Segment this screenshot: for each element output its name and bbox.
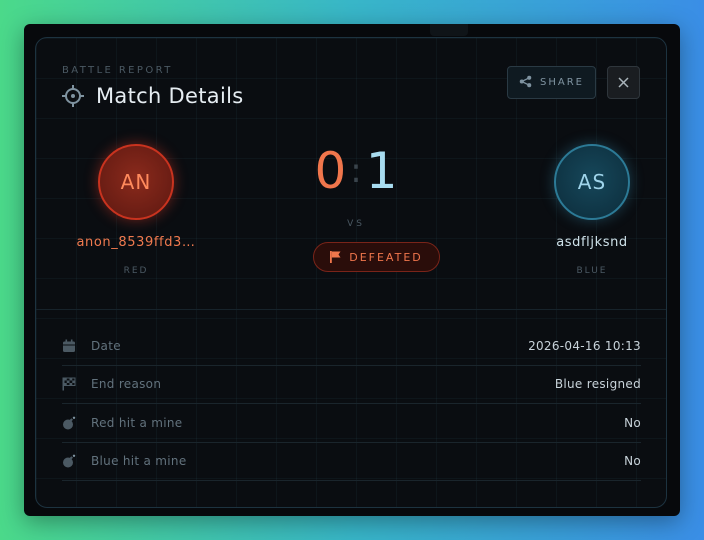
detail-label: Blue hit a mine bbox=[91, 454, 187, 469]
red-player-avatar: AN bbox=[98, 144, 174, 220]
detail-label: Date bbox=[91, 338, 121, 353]
calendar-icon bbox=[62, 339, 78, 353]
red-score: 0 bbox=[314, 142, 347, 200]
title-row: Match Details bbox=[62, 84, 243, 108]
blue-side-label: BLUE bbox=[576, 266, 608, 276]
bomb-icon bbox=[62, 454, 78, 468]
vs-label: VS bbox=[347, 219, 365, 229]
result-label: DEFEATED bbox=[349, 250, 423, 264]
match-details-window: BATTLE REPORT Match Details SHARE AN ano… bbox=[24, 24, 680, 516]
detail-row-date: Date 2026-04-16 10:13 bbox=[62, 327, 641, 366]
blue-player-name: asdfljksnd bbox=[556, 235, 628, 250]
section-eyebrow: BATTLE REPORT bbox=[62, 65, 173, 76]
crosshair-icon bbox=[62, 85, 84, 107]
page-title: Match Details bbox=[96, 84, 244, 108]
red-player-name: anon_8539ffd3… bbox=[76, 235, 196, 250]
detail-row-blue-mine: Blue hit a mine No bbox=[62, 443, 641, 481]
detail-label: Red hit a mine bbox=[91, 415, 183, 430]
flag-icon bbox=[330, 248, 341, 267]
result-badge: DEFEATED bbox=[313, 242, 440, 272]
share-button[interactable]: SHARE bbox=[507, 66, 596, 99]
blue-player-avatar: AS bbox=[554, 144, 630, 220]
window-notch bbox=[430, 24, 468, 36]
share-button-label: SHARE bbox=[540, 77, 584, 88]
close-icon bbox=[618, 73, 629, 92]
detail-row-end-reason: End reason Blue resigned bbox=[62, 366, 641, 404]
detail-row-red-mine: Red hit a mine No bbox=[62, 404, 641, 443]
match-score: 0 : 1 bbox=[276, 146, 436, 196]
checkered-flag-icon bbox=[62, 377, 78, 391]
section-divider bbox=[36, 309, 666, 310]
blue-score: 1 bbox=[365, 142, 398, 200]
close-button[interactable] bbox=[607, 66, 640, 99]
share-icon bbox=[519, 73, 532, 92]
match-details-panel: BATTLE REPORT Match Details SHARE AN ano… bbox=[35, 37, 667, 508]
detail-value: No bbox=[624, 415, 641, 430]
score-separator: : bbox=[350, 151, 362, 191]
bomb-icon bbox=[62, 416, 78, 430]
detail-value: Blue resigned bbox=[554, 377, 641, 392]
detail-value: 2026-04-16 10:13 bbox=[528, 338, 641, 353]
red-side-label: RED bbox=[123, 266, 149, 276]
detail-value: No bbox=[624, 454, 641, 469]
match-details-list: Date 2026-04-16 10:13 End reason Blue re… bbox=[62, 327, 641, 481]
detail-label: End reason bbox=[91, 377, 162, 392]
